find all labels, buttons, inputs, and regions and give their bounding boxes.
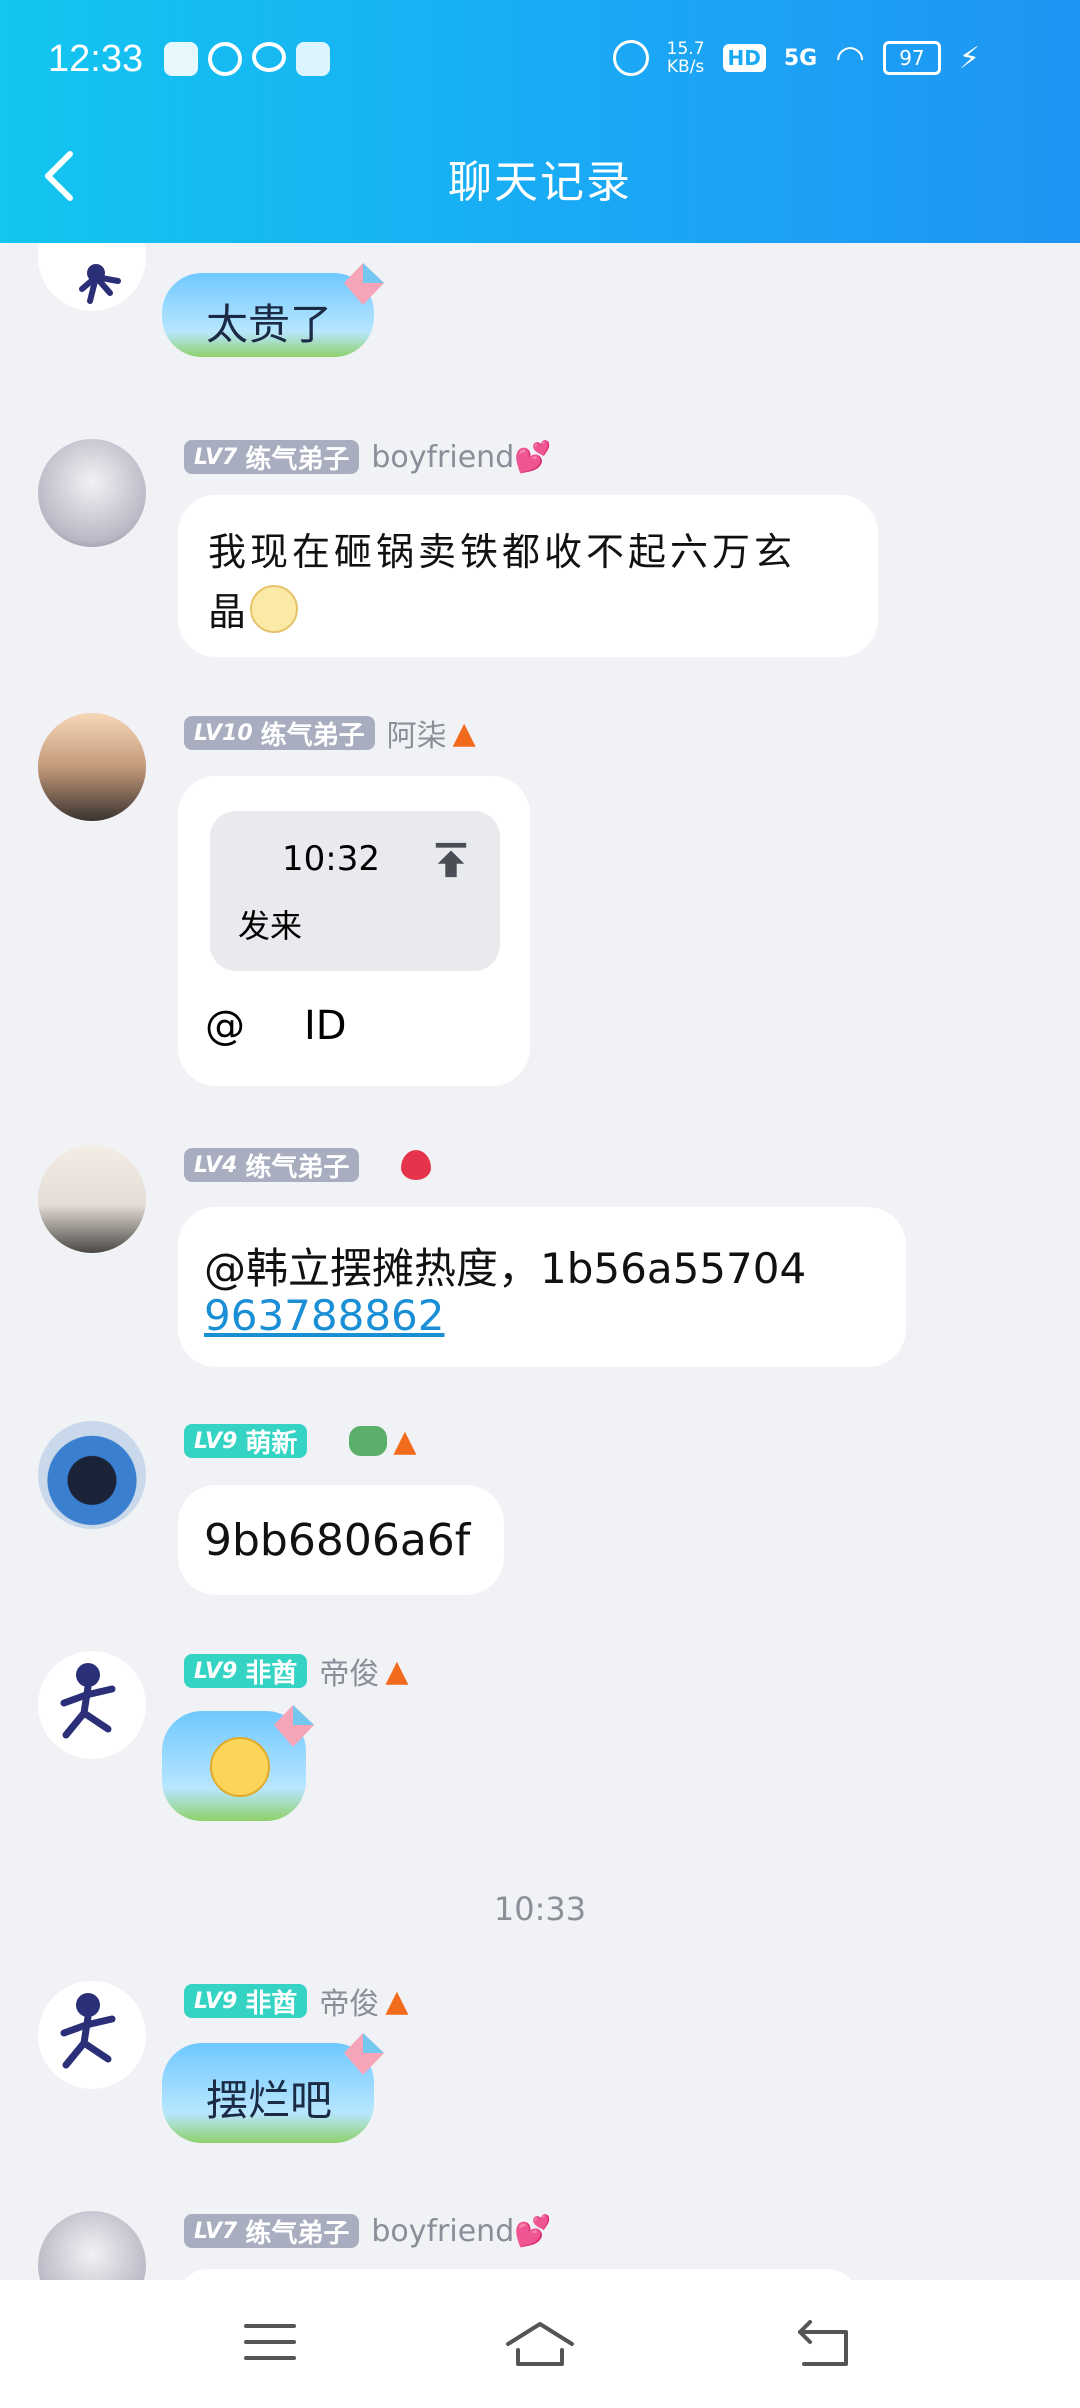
message-bubble[interactable]: @韩立摆摊热度，1b56a55704 963788862 — [178, 1207, 906, 1367]
fire-icon: ▲ — [385, 1983, 409, 2019]
sender-name-row: LV10 练气弟子 阿柒 ▲ — [184, 715, 476, 754]
sender-name-row: LV9 萌新 ▲ — [184, 1423, 416, 1459]
battery-icon: 97 — [882, 41, 941, 75]
quoted-message[interactable]: 10:32 发来 — [210, 811, 500, 971]
speed-app-icon — [208, 42, 242, 76]
message-app-icon — [296, 42, 330, 76]
status-right: 15.7 KB/s HD 5G ◠ 97 ⚡ — [612, 38, 980, 78]
avatar[interactable] — [38, 439, 146, 547]
charging-icon: ⚡ — [958, 40, 980, 76]
sender-nickname[interactable]: 帝俊 — [319, 1649, 379, 1693]
avatar[interactable] — [38, 1981, 146, 2089]
network-icon: 5G — [783, 45, 818, 71]
sender-nickname[interactable]: boyfriend💕 — [371, 2214, 551, 2249]
avatar[interactable] — [38, 713, 146, 821]
wifi-icon: ◠ — [835, 38, 865, 78]
hd-icon: HD — [722, 44, 766, 72]
avatar[interactable] — [38, 2211, 146, 2280]
sender-name-row: LV9 非酋 帝俊 ▲ — [184, 1983, 409, 2022]
sigh-emoji-icon — [250, 584, 299, 633]
fire-icon: ▲ — [452, 715, 476, 751]
level-badge: LV9 萌新 — [184, 1424, 308, 1459]
net-speed: 15.7 KB/s — [666, 39, 705, 77]
dragon-icon — [349, 1426, 388, 1456]
avatar[interactable] — [38, 243, 146, 311]
page-title: 聊天记录 — [448, 157, 632, 208]
home-icon[interactable] — [504, 2320, 576, 2368]
running-figure-icon — [60, 1993, 116, 2069]
app-header: 12:33 15.7 KB/s HD 5G ◠ 97 ⚡ 聊天记录 — [0, 0, 1080, 243]
alarm-icon — [612, 40, 649, 76]
level-badge: LV7 练气弟子 — [184, 440, 360, 475]
sender-nickname[interactable]: boyfriend💕 — [371, 440, 551, 475]
mention[interactable]: @ — [205, 1003, 245, 1049]
sender-name-row: LV7 练气弟子 boyfriend💕 — [184, 2213, 552, 2249]
fire-icon: ▲ — [393, 1423, 417, 1459]
sender-name-row: LV7 练气弟子 boyfriend💕 — [184, 439, 552, 475]
avatar[interactable] — [38, 1651, 146, 1759]
level-badge: LV7 练气弟子 — [184, 2214, 360, 2249]
sender-nickname[interactable]: 阿柒 — [387, 711, 447, 755]
time-divider: 10:33 — [493, 1890, 587, 1928]
level-badge: LV9 非酋 — [184, 1654, 308, 1689]
chat-history-list[interactable]: 太贵了 LV7 练气弟子 boyfriend💕 我现在砸锅卖铁都收不起六万玄 晶 … — [0, 243, 1080, 2280]
sender-name-row: LV4 练气弟子 — [184, 1147, 432, 1183]
weibo-icon — [252, 42, 286, 72]
message-link[interactable]: 963788862 — [204, 1291, 445, 1340]
strawberry-icon — [401, 1150, 432, 1180]
status-bar: 12:33 15.7 KB/s HD 5G ◠ 97 ⚡ — [0, 0, 1080, 120]
id-text: ID — [304, 1003, 347, 1049]
kite-icon — [344, 2033, 384, 2075]
sender-nickname[interactable]: 帝俊 — [319, 1979, 379, 2023]
kite-icon — [274, 1705, 314, 1747]
level-badge: LV4 练气弟子 — [184, 1148, 360, 1183]
running-figure-icon — [60, 1663, 116, 1739]
running-figure-icon — [79, 264, 121, 304]
status-time: 12:33 — [48, 38, 144, 80]
sender-name-row: LV9 非酋 帝俊 ▲ — [184, 1653, 409, 1692]
message-bubble[interactable]: 我现在砸锅卖铁都收不起六万玄 晶 — [178, 495, 878, 657]
level-badge: LV9 非酋 — [184, 1984, 308, 2019]
avatar[interactable] — [38, 1421, 146, 1529]
level-badge: LV10 练气弟子 — [184, 716, 375, 751]
fire-icon: ▲ — [385, 1653, 409, 1689]
avatar[interactable] — [38, 1145, 146, 1253]
message-bubble[interactable]: 9bb6806a6f — [178, 1485, 504, 1595]
thinking-emoji-icon — [210, 1737, 270, 1797]
back-nav-icon[interactable] — [796, 2320, 852, 2368]
system-nav-bar — [0, 2280, 1080, 2408]
jump-to-top-icon[interactable] — [432, 841, 470, 879]
message-bubble[interactable] — [178, 2269, 858, 2280]
menu-icon[interactable] — [244, 2320, 296, 2364]
youku-icon — [164, 42, 198, 76]
kite-icon — [344, 263, 384, 305]
